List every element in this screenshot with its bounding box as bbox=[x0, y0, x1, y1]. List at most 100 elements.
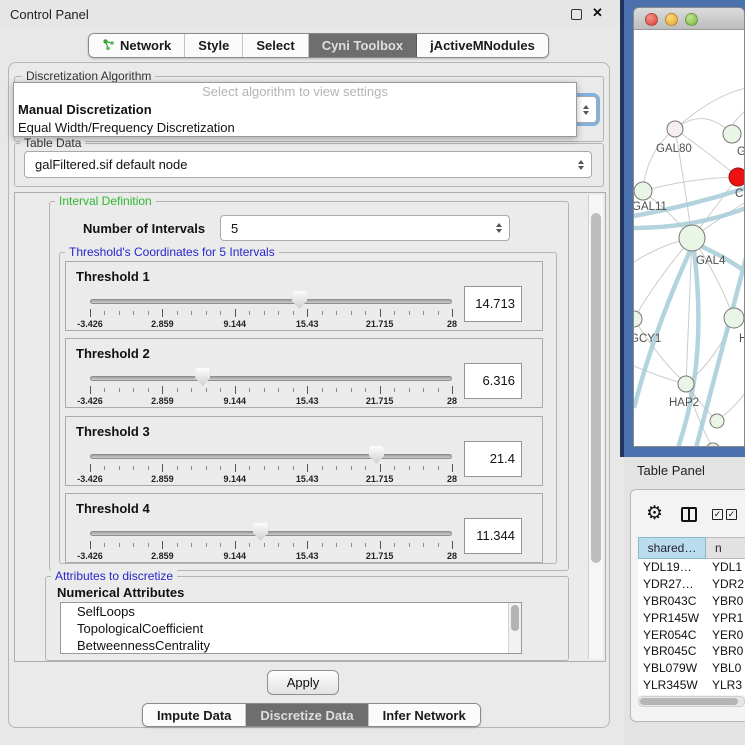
threshold-section: Threshold 1 -3.4262.8599.14415.4321.7152… bbox=[65, 261, 543, 331]
tab-jactivemnodules[interactable]: jActiveMNodules bbox=[417, 34, 548, 57]
gear-icon[interactable]: ⚙ bbox=[646, 504, 663, 523]
tab-network[interactable]: Network bbox=[89, 34, 185, 57]
table-row[interactable]: YIL052CYIL0 bbox=[638, 693, 745, 695]
node-label: GAL80 bbox=[656, 143, 692, 155]
numerical-attributes-list[interactable]: SelfLoops TopologicalCoefficient Between… bbox=[60, 602, 522, 654]
cell: YER054C bbox=[638, 628, 704, 642]
close-traffic-light[interactable] bbox=[645, 13, 658, 26]
cell: YDR2 bbox=[704, 577, 744, 591]
node-gal11[interactable] bbox=[634, 182, 652, 200]
vertical-scrollbar[interactable] bbox=[588, 195, 603, 659]
threshold-slider[interactable]: -3.4262.8599.14415.4321.71528 bbox=[90, 365, 452, 407]
node-top-right[interactable] bbox=[723, 125, 741, 143]
list-scrollbar[interactable] bbox=[508, 603, 521, 653]
tab-select[interactable]: Select bbox=[243, 34, 308, 57]
slider-thumb[interactable] bbox=[292, 291, 307, 309]
column-header-name[interactable]: n bbox=[706, 537, 745, 559]
cell: YLR345W bbox=[638, 678, 704, 692]
slider-thumb[interactable] bbox=[253, 523, 268, 541]
slider-thumb[interactable] bbox=[369, 446, 384, 464]
cell: YLR3 bbox=[704, 678, 742, 692]
slider-tick-labels: -3.4262.8599.14415.4321.71528 bbox=[90, 396, 452, 407]
node-table: YDL19…YDL1 YDR27…YDR2 YBR043CYBR0 YPR145… bbox=[638, 559, 745, 695]
slider-thumb[interactable] bbox=[195, 368, 210, 386]
table-row[interactable]: YBL079WYBL0 bbox=[638, 660, 745, 677]
table-row[interactable]: YDL19…YDL1 bbox=[638, 559, 745, 576]
horizontal-scrollbar-thumb[interactable] bbox=[640, 698, 738, 705]
combo-stepper-icon bbox=[578, 152, 584, 177]
table-row[interactable]: YDR27…YDR2 bbox=[638, 576, 745, 593]
table-data-combobox[interactable]: galFiltered.sif default node bbox=[24, 151, 592, 178]
tab-impute-data[interactable]: Impute Data bbox=[143, 704, 246, 726]
table-data-selected-value: galFiltered.sif default node bbox=[35, 157, 187, 172]
node-gal4[interactable] bbox=[679, 225, 705, 251]
threshold-label: Threshold 2 bbox=[76, 346, 150, 361]
list-item[interactable]: TopologicalCoefficient bbox=[61, 620, 521, 637]
column-header-shared[interactable]: shared… bbox=[638, 537, 706, 559]
tab-label: Cyni Toolbox bbox=[322, 38, 403, 53]
tab-infer-network[interactable]: Infer Network bbox=[369, 704, 480, 726]
slider-track[interactable] bbox=[90, 531, 452, 536]
table-row[interactable]: YER054CYER0 bbox=[638, 626, 745, 643]
vertical-scrollbar-thumb[interactable] bbox=[591, 213, 601, 563]
threshold-value-field[interactable]: 11.344 bbox=[464, 518, 522, 554]
threshold-value-field[interactable]: 6.316 bbox=[464, 363, 522, 399]
checkbox-icon[interactable]: ✓ bbox=[726, 509, 737, 520]
float-window-icon[interactable] bbox=[571, 9, 582, 20]
table-row[interactable]: YLR345WYLR3 bbox=[638, 677, 745, 694]
list-item[interactable]: SelfLoops bbox=[61, 603, 521, 620]
apply-button[interactable]: Apply bbox=[267, 670, 339, 695]
slider-track[interactable] bbox=[90, 376, 452, 381]
horizontal-scrollbar[interactable] bbox=[638, 696, 745, 707]
node-red-selected[interactable] bbox=[729, 168, 745, 186]
tab-style[interactable]: Style bbox=[185, 34, 243, 57]
checkbox-icon[interactable]: ✓ bbox=[712, 509, 723, 520]
node-bottom-cut[interactable] bbox=[706, 443, 720, 447]
node-gal80[interactable] bbox=[667, 121, 683, 137]
cell: YBR0 bbox=[704, 644, 743, 658]
dropdown-option-equal-width[interactable]: Equal Width/Frequency Discretization bbox=[14, 119, 576, 137]
node-label: GA bbox=[737, 146, 745, 158]
minimize-traffic-light[interactable] bbox=[665, 13, 678, 26]
number-of-intervals-combobox[interactable]: 5 bbox=[220, 215, 510, 241]
zoom-traffic-light[interactable] bbox=[685, 13, 698, 26]
dropdown-placeholder-option[interactable]: Select algorithm to view settings bbox=[14, 83, 576, 101]
table-row[interactable]: YBR045CYBR0 bbox=[638, 643, 745, 660]
threshold-slider[interactable]: -3.4262.8599.14415.4321.71528 bbox=[90, 443, 452, 485]
network-view-window: GAL80 GA GAL11 C GAL4 GCY1 H HAP2 bbox=[633, 7, 745, 447]
list-item[interactable]: BetweennessCentrality bbox=[61, 637, 521, 654]
screen: Control Panel ✕ Network Style Select Cyn… bbox=[0, 0, 745, 745]
threshold-slider[interactable]: -3.4262.8599.14415.4321.71528 bbox=[90, 520, 452, 562]
node-gcy1[interactable] bbox=[634, 311, 642, 327]
table-row[interactable]: YBR043CYBR0 bbox=[638, 593, 745, 610]
slider-track[interactable] bbox=[90, 299, 452, 304]
node-small[interactable] bbox=[710, 414, 724, 428]
tab-cyni-toolbox[interactable]: Cyni Toolbox bbox=[309, 34, 417, 57]
cell: YPR1 bbox=[704, 611, 743, 625]
threshold-value-field[interactable]: 14.713 bbox=[464, 286, 522, 322]
threshold-label: Threshold 1 bbox=[76, 269, 150, 284]
node-hap2[interactable] bbox=[678, 376, 694, 392]
tab-discretize-data[interactable]: Discretize Data bbox=[246, 704, 368, 726]
slider-track[interactable] bbox=[90, 454, 452, 459]
cell: YPR145W bbox=[638, 611, 704, 625]
dropdown-option-manual-discretization[interactable]: Manual Discretization bbox=[14, 101, 576, 119]
threshold-slider[interactable]: -3.4262.8599.14415.4321.71528 bbox=[90, 288, 452, 330]
algorithm-dropdown-popup: Select algorithm to view settings Manual… bbox=[13, 82, 577, 137]
control-panel-tabbar: Network Style Select Cyni Toolbox jActiv… bbox=[88, 33, 549, 58]
table-row[interactable]: YPR145WYPR1 bbox=[638, 609, 745, 626]
slider-ticks bbox=[90, 541, 452, 550]
algorithm-group-title: Discretization Algorithm bbox=[22, 69, 155, 83]
list-scrollbar-thumb[interactable] bbox=[511, 605, 519, 631]
threshold-value-field[interactable]: 21.4 bbox=[464, 441, 522, 477]
network-window-titlebar[interactable] bbox=[634, 8, 744, 30]
threshold-section: Threshold 2 -3.4262.8599.14415.4321.7152… bbox=[65, 338, 543, 408]
tab-label: Discretize Data bbox=[260, 708, 353, 723]
network-canvas[interactable]: GAL80 GA GAL11 C GAL4 GCY1 H HAP2 bbox=[634, 30, 745, 447]
tab-label: Style bbox=[198, 38, 229, 53]
close-icon[interactable]: ✕ bbox=[592, 5, 603, 21]
cyni-bottom-tabbar: Impute Data Discretize Data Infer Networ… bbox=[142, 703, 481, 727]
columns-icon[interactable] bbox=[681, 507, 697, 522]
table-panel-title: Table Panel bbox=[637, 463, 705, 478]
node-h[interactable] bbox=[724, 308, 744, 328]
